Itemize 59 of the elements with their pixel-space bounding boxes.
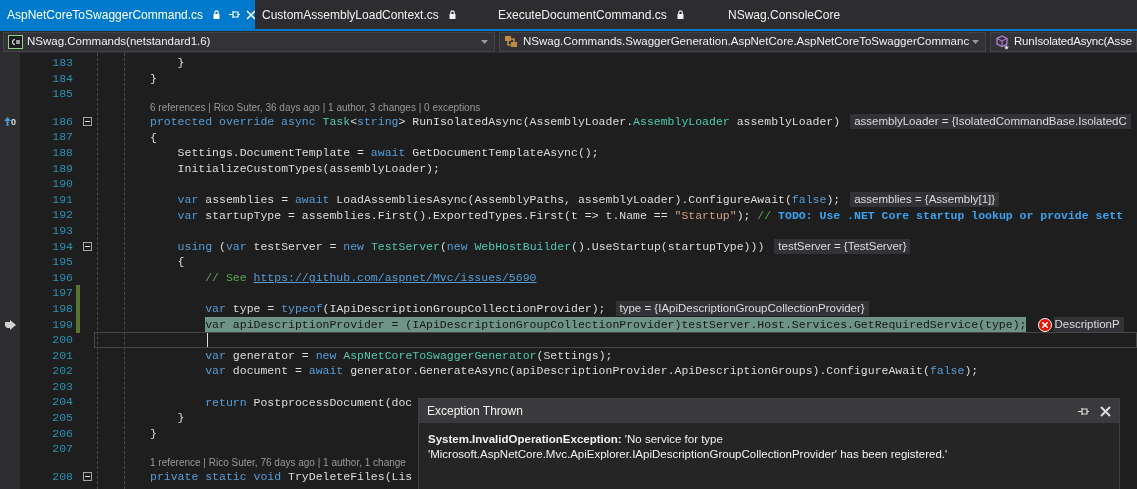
line-number: 193 <box>51 222 73 239</box>
tab[interactable]: AspNetCoreToSwaggerCommand.cs <box>0 0 255 29</box>
line-number: 186 <box>51 113 73 130</box>
code-lens[interactable]: 6 references | Rico Suter, 36 days ago | 1 author, 3 changes | 0 exceptions <box>150 101 481 114</box>
line-number: 197 <box>51 285 73 301</box>
code-line: private static void TryDeleteFiles(Lis <box>150 469 413 485</box>
line-number: 183 <box>51 55 73 71</box>
line-number: 206 <box>51 425 73 442</box>
code-line: { <box>177 254 185 270</box>
project-dropdown[interactable]: NSwag.Commands(netstandard1.6) <box>3 32 495 52</box>
line-number: 201 <box>51 347 73 364</box>
code-line: var document = await generator.GenerateAsync(apiDescriptionProvider.ApiDescriptionGroups).ConfigureAwait(false); <box>205 363 979 380</box>
member-dropdown[interactable]: RunIsolatedAsync(Asse <box>990 32 1137 52</box>
code-line: using (var testServer = new TestServer(new WebHostBuilder().UseStartup(startupType))) <box>177 238 765 255</box>
line-number: 192 <box>51 207 73 223</box>
code-line: } <box>150 70 157 87</box>
line-number: 204 <box>51 394 73 411</box>
line-number: 199 <box>51 316 73 333</box>
line-number: 208 <box>51 468 73 485</box>
datatip[interactable]: assemblies = {Assembly[1]} <box>850 192 1000 208</box>
code-line: InitializeCustomTypes(assemblyLoader); <box>177 160 440 177</box>
code-line: var assemblies = await LoadAssembliesAsync(AssemblyPaths, assemblyLoader).ConfigureAwait(false); <box>177 191 841 208</box>
line-number: 200 <box>51 332 73 348</box>
code-lens[interactable]: 1 reference | Rico Suter, 76 days ago | 1 author, 1 change <box>150 456 406 469</box>
code-line: var startupType = assemblies.First().ExportedTypes.First(t => t.Name == "Startup"); // TODO: Use .NET Core startup lookup or provide sett <box>177 207 1124 224</box>
datatip[interactable]: testServer = {TestServer} <box>774 239 911 255</box>
line-number: 195 <box>51 254 73 270</box>
line-number: 188 <box>51 144 73 161</box>
line-number: 198 <box>51 300 73 317</box>
datatip[interactable]: type = {IApiDescriptionGroupCollectionProvider} <box>615 301 869 317</box>
exception-message: System.InvalidOperationException: 'No service for type 'Microsoft.AspNetCore.Mvc.ApiExplorer.IApiDescriptionGroupCollectionProvider' has been registered.' <box>428 432 949 462</box>
class-dropdown[interactable]: NSwag.Commands.SwaggerGeneration.AspNetCore.AspNetCoreToSwaggerCommanc <box>499 32 986 52</box>
line-number: 185 <box>51 86 73 102</box>
line-number: 189 <box>51 160 73 177</box>
code-line: { <box>150 129 157 146</box>
code-line: var type = typeof(IApiDescriptionGroupCollectionProvider); <box>205 301 606 317</box>
link[interactable]: https://github.com/aspnet/Mvc/issues/5690 <box>253 270 537 284</box>
popup-title: Exception Thrown <box>427 403 524 420</box>
line-number: 190 <box>51 176 73 192</box>
code-line: var generator = new AspNetCoreToSwaggerGenerator(Settings); <box>205 347 613 364</box>
code-line: Settings.DocumentTemplate = await GetDocumentTemplateAsync(); <box>177 145 599 161</box>
code-line: } <box>177 55 185 71</box>
reference-count: 0 <box>11 115 16 129</box>
code-line: } <box>150 425 157 442</box>
line-number: 187 <box>51 129 73 145</box>
line-number: 207 <box>51 441 73 457</box>
line-number: 191 <box>51 191 73 208</box>
code-line: return PostprocessDocument(doc <box>205 394 413 411</box>
error-datatip[interactable]: DescriptionP <box>1054 317 1124 332</box>
code-line: } <box>177 410 185 426</box>
line-number: 184 <box>51 70 73 87</box>
code-line: protected override async Task<string> RunIsolatedAsync(AssemblyLoader.AssemblyLoader assemblyLoader) <box>150 114 841 130</box>
datatip[interactable]: assemblyLoader = {IsolatedCommandBase.IsolatedC <box>850 114 1131 130</box>
line-number: 194 <box>51 238 73 255</box>
line-number: 203 <box>51 378 73 395</box>
line-number: 205 <box>51 410 73 426</box>
code-comment: // See <box>205 270 248 284</box>
line-number: 196 <box>51 269 73 286</box>
line-number: 202 <box>51 363 73 379</box>
